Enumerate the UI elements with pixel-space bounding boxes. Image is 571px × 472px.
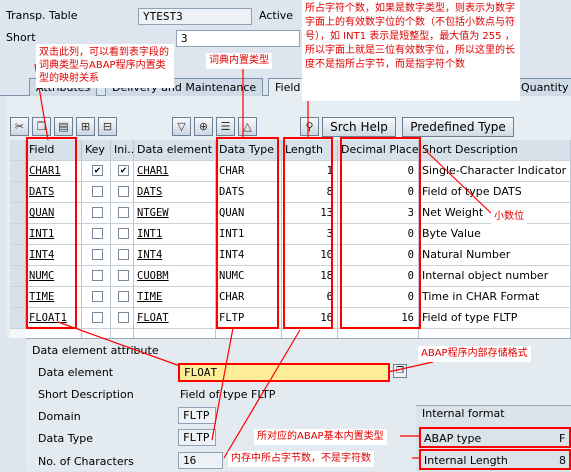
arrow-fltp [211,327,234,441]
note-bytes: 内存中所占字节数，不是字符数 [228,451,374,467]
note-abap-storage: ABAP程序内部存储格式 [418,346,531,362]
note-decimals: 小数位 [491,209,527,225]
arrow-float [57,321,181,367]
note-length: 所占字符个数，如果是数字类型，则表示为数字字面上的有效数字位的个数（不包括小数点… [302,0,520,101]
note-abap-builtin: 所对应的ABAP基本内置类型 [254,429,387,445]
arrow-storage [387,361,434,373]
note-dict-type: 词典内置类型 [206,53,272,69]
arrow-decimals [424,149,493,215]
note-col-mapping: 双击此列，可以看到表字段的词典类型与ABAP程序内置类型的映射关系 [36,44,174,88]
